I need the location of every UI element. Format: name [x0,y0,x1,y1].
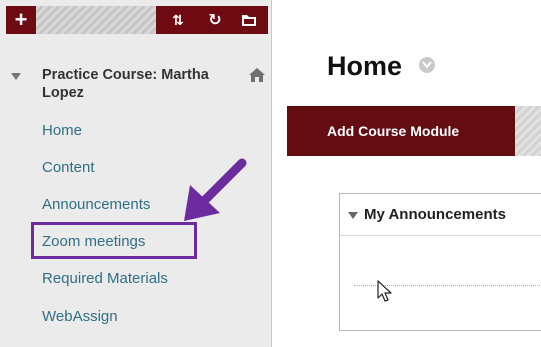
main-content: Home Add Course Module My Announcements [287,0,541,347]
module-title: My Announcements [364,206,506,223]
chevron-down-icon [422,61,432,69]
annotation-highlight-box [31,222,197,259]
menu-item-announcements[interactable]: Announcements [42,193,150,217]
collapse-course-toggle[interactable] [11,73,21,80]
annotation-arrow-icon [184,158,247,221]
page-options-chevron-button[interactable] [419,57,435,73]
mouse-pointer-icon [377,280,392,302]
add-course-module-button[interactable]: Add Course Module [287,106,515,156]
course-title[interactable]: Practice Course: Martha Lopez [42,66,232,102]
folder-icon [242,15,256,26]
menu-item-required-materials[interactable]: Required Materials [42,267,168,291]
menu-item-content[interactable]: Content [42,156,95,180]
module-collapse-toggle[interactable] [348,212,358,219]
page-title: Home [327,51,403,81]
sort-icon: ⇅ [172,11,184,28]
menu-item-home[interactable]: Home [42,119,82,143]
my-announcements-module: My Announcements [339,193,541,331]
add-menu-item-button[interactable]: + [6,6,36,34]
menu-item-webassign[interactable]: WebAssign [42,305,118,329]
toolbar-hatch-pattern [36,6,156,34]
reorder-button[interactable]: ⇅ [162,6,192,34]
course-menu-toolbar: + ⇅ ↻ [6,6,268,34]
refresh-button[interactable]: ↻ [201,6,229,34]
course-header: Practice Course: Martha Lopez [6,66,268,108]
add-icon: + [14,7,28,32]
refresh-icon: ↻ [208,12,222,29]
home-icon[interactable] [248,67,266,83]
module-header: My Announcements [340,194,541,236]
folder-view-button[interactable] [234,6,264,34]
action-bar: Add Course Module [287,106,541,156]
